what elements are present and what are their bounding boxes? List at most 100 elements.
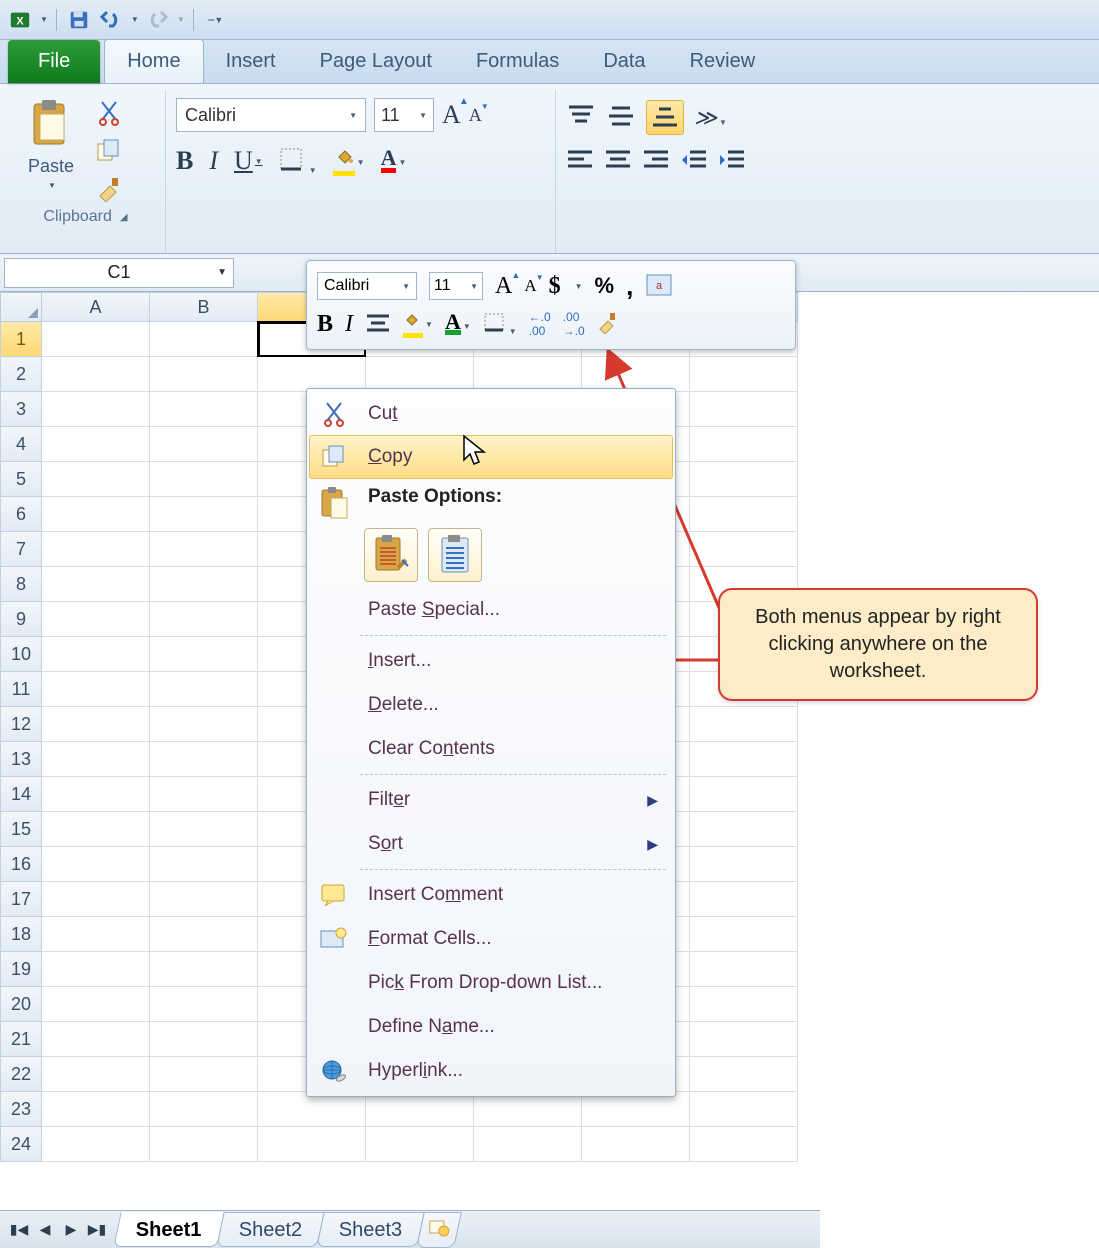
cell[interactable] <box>150 602 258 637</box>
cell[interactable] <box>690 812 798 847</box>
cell[interactable] <box>150 672 258 707</box>
cell[interactable] <box>690 917 798 952</box>
cell[interactable] <box>150 462 258 497</box>
cell[interactable] <box>150 882 258 917</box>
cell[interactable] <box>150 392 258 427</box>
cell[interactable] <box>690 707 798 742</box>
col-header-b[interactable]: B <box>150 292 258 322</box>
sheet-tab-3[interactable]: Sheet3 <box>316 1212 425 1247</box>
ctx-delete[interactable]: Delete... <box>310 683 672 727</box>
mini-font-size[interactable]: 11▼ <box>429 272 483 300</box>
row-header[interactable]: 21 <box>0 1022 42 1057</box>
cell[interactable] <box>150 777 258 812</box>
cell[interactable] <box>42 427 150 462</box>
row-header[interactable]: 7 <box>0 532 42 567</box>
mini-currency-icon[interactable]: $ <box>549 273 561 300</box>
ctx-define-name[interactable]: Define Name... <box>310 1005 672 1049</box>
row-header[interactable]: 20 <box>0 987 42 1022</box>
col-header-a[interactable]: A <box>42 292 150 322</box>
underline-button[interactable]: U ▼ <box>234 146 263 176</box>
decrease-font-icon[interactable]: A▼ <box>469 105 482 126</box>
row-header[interactable]: 16 <box>0 847 42 882</box>
cell[interactable] <box>42 1092 150 1127</box>
cell[interactable] <box>474 357 582 392</box>
cell[interactable] <box>690 952 798 987</box>
paste-option-values[interactable] <box>428 528 482 582</box>
cell[interactable] <box>690 987 798 1022</box>
mini-bold-button[interactable]: B <box>317 311 333 338</box>
row-header[interactable]: 22 <box>0 1057 42 1092</box>
cell[interactable] <box>690 497 798 532</box>
align-left-icon[interactable] <box>566 149 594 174</box>
cell[interactable] <box>366 1092 474 1127</box>
row-header[interactable]: 17 <box>0 882 42 917</box>
cell[interactable] <box>42 602 150 637</box>
cell[interactable] <box>42 777 150 812</box>
align-top-icon[interactable] <box>566 104 596 131</box>
cell[interactable] <box>42 742 150 777</box>
ctx-format-cells[interactable]: Format Cells... <box>310 917 672 961</box>
cell[interactable] <box>150 357 258 392</box>
cell[interactable] <box>42 567 150 602</box>
cell[interactable] <box>690 357 798 392</box>
customize-qat-button[interactable]: ⎯▼ <box>202 6 230 34</box>
cell[interactable] <box>150 567 258 602</box>
sheet-nav-first[interactable]: ▮◀ <box>7 1218 31 1242</box>
row-header[interactable]: 8 <box>0 567 42 602</box>
paste-option-all[interactable] <box>364 528 418 582</box>
chevron-down-icon[interactable]: ▼ <box>217 267 227 278</box>
cell[interactable] <box>150 1092 258 1127</box>
cell[interactable] <box>690 1092 798 1127</box>
ctx-insert-comment[interactable]: Insert Comment <box>310 873 672 917</box>
cell[interactable] <box>42 1127 150 1162</box>
row-header[interactable]: 12 <box>0 707 42 742</box>
row-header[interactable]: 4 <box>0 427 42 462</box>
cell[interactable] <box>690 532 798 567</box>
sheet-nav-next[interactable]: ▶ <box>59 1218 83 1242</box>
ctx-clear-contents[interactable]: Clear Contents <box>310 727 672 771</box>
row-header[interactable]: 11 <box>0 672 42 707</box>
cell[interactable] <box>258 357 366 392</box>
save-button[interactable] <box>65 6 93 34</box>
cell[interactable] <box>582 357 690 392</box>
font-name-select[interactable]: Calibri ▼ <box>176 98 366 132</box>
cell[interactable] <box>150 742 258 777</box>
cell[interactable] <box>42 952 150 987</box>
cell[interactable] <box>582 1092 690 1127</box>
orientation-button[interactable]: ≫▼ <box>694 105 727 131</box>
row-header[interactable]: 2 <box>0 357 42 392</box>
cell[interactable] <box>42 882 150 917</box>
align-middle-icon[interactable] <box>606 104 636 131</box>
cell[interactable] <box>690 1057 798 1092</box>
row-header[interactable]: 23 <box>0 1092 42 1127</box>
cell[interactable] <box>42 497 150 532</box>
cell[interactable] <box>150 917 258 952</box>
cell[interactable] <box>150 637 258 672</box>
cell[interactable] <box>366 357 474 392</box>
sheet-tab-2[interactable]: Sheet2 <box>216 1212 325 1247</box>
row-header[interactable]: 5 <box>0 462 42 497</box>
mini-comma-icon[interactable]: , <box>626 271 633 302</box>
cut-button[interactable] <box>92 98 126 128</box>
align-bottom-icon[interactable] <box>646 100 684 135</box>
cell[interactable] <box>150 427 258 462</box>
cell[interactable] <box>690 1022 798 1057</box>
tab-data[interactable]: Data <box>581 40 667 83</box>
row-header[interactable]: 10 <box>0 637 42 672</box>
ctx-hyperlink[interactable]: Hyperlink... <box>310 1049 672 1093</box>
cell[interactable] <box>690 1127 798 1162</box>
cell[interactable] <box>366 1127 474 1162</box>
cell[interactable] <box>42 462 150 497</box>
ctx-sort[interactable]: Sort ▶ <box>310 822 672 866</box>
row-header[interactable]: 9 <box>0 602 42 637</box>
dialog-launcher-icon[interactable]: ◢ <box>120 212 128 223</box>
chevron-down-icon[interactable]: ▼ <box>575 282 583 291</box>
mini-format-painter-icon[interactable] <box>597 312 619 337</box>
paste-button[interactable]: Paste ▼ <box>16 94 86 204</box>
cell[interactable] <box>690 847 798 882</box>
copy-button[interactable] <box>92 136 126 166</box>
mini-increase-decimal-icon[interactable]: ←.0.00 <box>529 310 551 338</box>
new-sheet-button[interactable] <box>417 1212 463 1248</box>
cell[interactable] <box>474 1127 582 1162</box>
cell[interactable] <box>42 1022 150 1057</box>
